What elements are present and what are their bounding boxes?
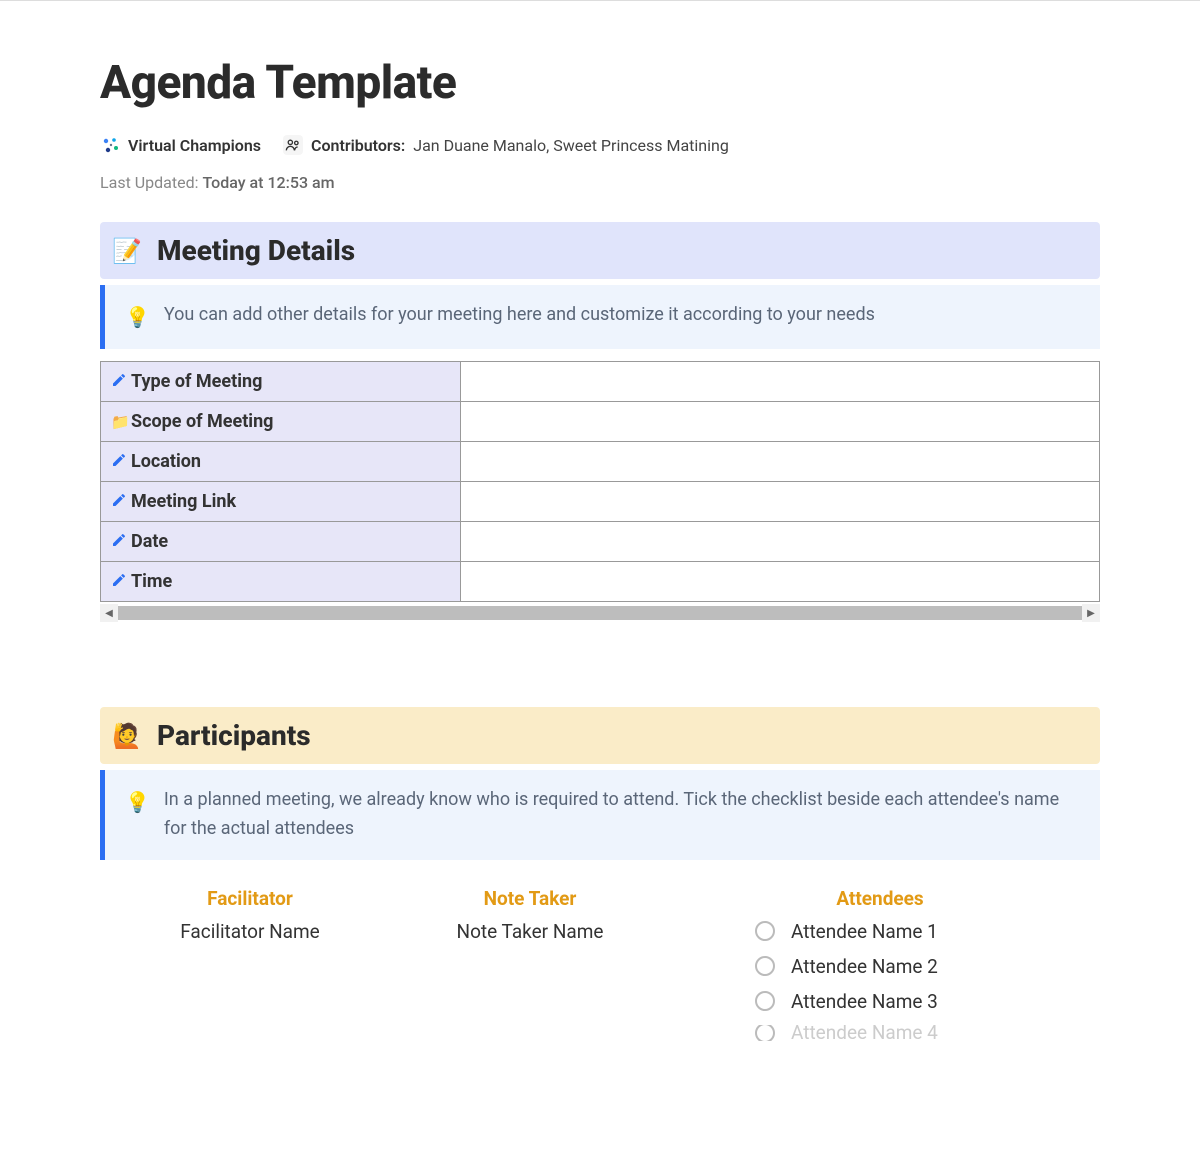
section-header-participants: 🙋 Participants [100,707,1100,764]
table-label-cell: Time [101,562,461,602]
table-value-cell[interactable] [461,482,1100,522]
lightbulb-icon: 💡 [125,786,150,818]
meeting-details-table: Type of Meeting 📁Scope of Meeting Location… [100,361,1100,602]
meeting-details-table-wrap: Type of Meeting 📁Scope of Meeting Location… [100,361,1100,622]
table-label-cell: Date [101,522,461,562]
pencil-icon [111,532,127,552]
attendee-checkbox[interactable] [755,991,775,1011]
table-row: Location [101,442,1100,482]
attendee-name: Attendee Name 2 [791,955,938,978]
row-label: Meeting Link [131,491,236,512]
pencil-icon [111,492,127,512]
attendee-row: Attendee Name 2 [755,955,938,978]
facilitator-value[interactable]: Facilitator Name [130,920,370,943]
page-container: Agenda Template Virtual Champions Contri… [0,1,1200,1071]
contributors-label: Contributors: [311,136,405,155]
table-row: Type of Meeting [101,362,1100,402]
attendee-checkbox[interactable] [755,921,775,941]
table-label-cell: Type of Meeting [101,362,461,402]
raising-hand-icon: 🙋 [112,721,142,751]
contributors-icon [283,135,303,155]
tip-meeting-details-text: You can add other details for your meeti… [164,301,875,330]
last-updated: Last Updated: Today at 12:53 am [100,173,1100,192]
team-name: Virtual Champions [128,136,261,155]
notetaker-column: Note Taker Note Taker Name [410,887,650,1041]
attendee-row: Attendee Name 4 [755,1025,938,1041]
row-label: Time [131,571,172,592]
team-logo-icon [100,135,120,155]
attendee-row: Attendee Name 3 [755,990,938,1013]
tip-participants-text: In a planned meeting, we already know wh… [164,786,1080,844]
table-value-cell[interactable] [461,442,1100,482]
pencil-icon [111,452,127,472]
section-header-meeting-details: 📝 Meeting Details [100,222,1100,279]
memo-icon: 📝 [112,236,142,266]
attendee-checkbox[interactable] [755,1025,775,1041]
attendees-column: Attendees Attendee Name 1 Attendee Name 2… [690,887,1070,1041]
contributors-value: Jan Duane Manalo, Sweet Princess Matinin… [413,136,729,155]
table-value-cell[interactable] [461,562,1100,602]
table-value-cell[interactable] [461,402,1100,442]
participants-section: 🙋 Participants 💡 In a planned meeting, w… [100,707,1100,1041]
attendees-header: Attendees [690,887,1070,910]
table-row: Date [101,522,1100,562]
attendee-name: Attendee Name 3 [791,990,938,1013]
team-chip[interactable]: Virtual Champions [100,135,261,155]
page-title: Agenda Template [100,56,1100,110]
attendee-checkbox[interactable] [755,956,775,976]
notetaker-value[interactable]: Note Taker Name [410,920,650,943]
meeting-details-title: Meeting Details [157,234,355,267]
table-label-cell: Location [101,442,461,482]
row-label: Date [131,531,168,552]
table-value-cell[interactable] [461,362,1100,402]
scroll-track[interactable] [118,606,1082,620]
table-value-cell[interactable] [461,522,1100,562]
table-row: Meeting Link [101,482,1100,522]
row-label: Type of Meeting [131,371,262,392]
row-label: Location [131,451,201,472]
participants-columns: Facilitator Facilitator Name Note Taker … [100,872,1100,1041]
scroll-left-button[interactable]: ◀ [100,604,118,622]
table-horizontal-scrollbar[interactable]: ◀ ▶ [100,604,1100,622]
last-updated-label: Last Updated: [100,173,198,192]
facilitator-header: Facilitator [130,887,370,910]
tip-meeting-details: 💡 You can add other details for your mee… [100,285,1100,349]
attendee-list: Attendee Name 1 Attendee Name 2 Attendee N… [690,920,1070,1041]
participants-title: Participants [157,719,311,752]
lightbulb-icon: 💡 [125,301,150,333]
table-row: Time [101,562,1100,602]
attendee-name: Attendee Name 4 [791,1025,938,1041]
table-label-cell: Meeting Link [101,482,461,522]
row-label: Scope of Meeting [131,411,273,432]
scroll-right-button[interactable]: ▶ [1082,604,1100,622]
tip-participants: 💡 In a planned meeting, we already know … [100,770,1100,860]
contributors-chip[interactable]: Contributors: Jan Duane Manalo, Sweet Pr… [283,135,729,155]
facilitator-column: Facilitator Facilitator Name [130,887,370,1041]
table-row: 📁Scope of Meeting [101,402,1100,442]
pencil-icon [111,372,127,392]
notetaker-header: Note Taker [410,887,650,910]
attendee-row: Attendee Name 1 [755,920,938,943]
attendee-name: Attendee Name 1 [791,920,938,943]
table-label-cell: 📁Scope of Meeting [101,402,461,442]
pencil-icon [111,572,127,592]
last-updated-value: Today at 12:53 am [202,173,334,192]
meta-row: Virtual Champions Contributors: Jan Duan… [100,135,1100,155]
folder-icon: 📁 [111,413,127,431]
